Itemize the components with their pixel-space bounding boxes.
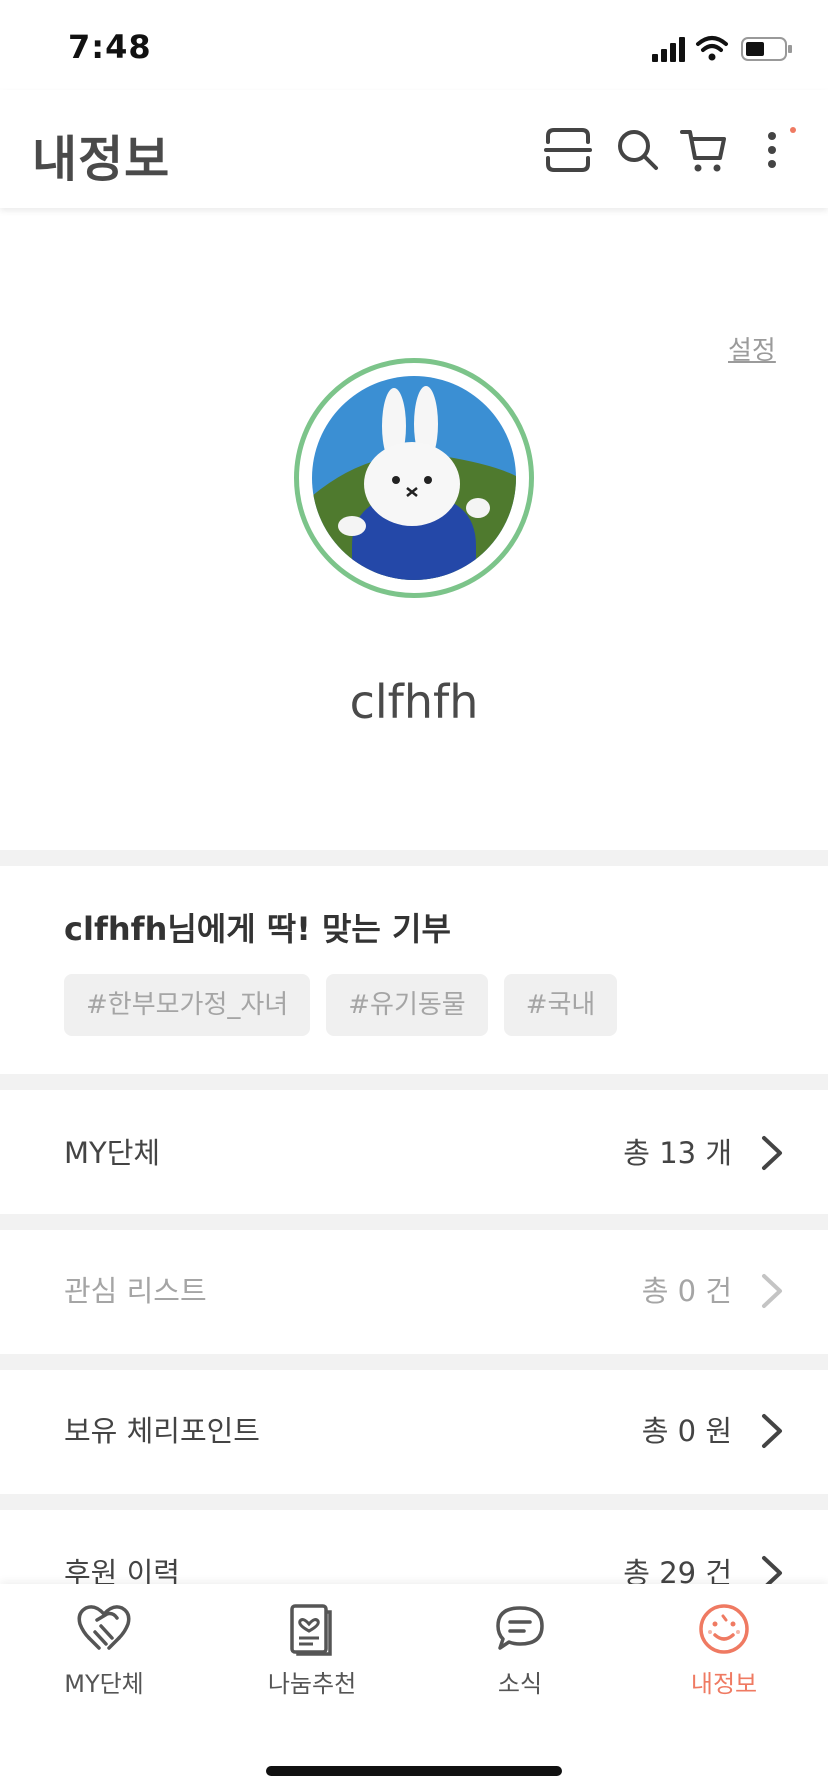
section-divider <box>0 850 828 866</box>
page-title: 내정보 <box>32 131 171 188</box>
handshake-icon <box>77 1605 131 1650</box>
signal-icon <box>652 37 685 62</box>
row-label: 보유 체리포인트 <box>64 1414 260 1448</box>
chevron-right-icon <box>762 1274 782 1308</box>
battery-icon <box>741 37 792 61</box>
status-time: 7:48 <box>68 28 152 66</box>
row-interest-list[interactable]: 관심 리스트 총 0 건 <box>0 1230 828 1352</box>
row-value: 총 0 원 <box>641 1414 732 1448</box>
cart-icon[interactable] <box>678 124 730 176</box>
notification-dot <box>790 127 796 133</box>
wifi-icon <box>696 36 728 52</box>
row-cherry-points[interactable]: 보유 체리포인트 총 0 원 <box>0 1370 828 1492</box>
tag-chip[interactable]: #한부모가정_자녀 <box>64 974 311 1036</box>
scan-icon[interactable] <box>542 124 594 176</box>
section-divider <box>0 1354 828 1370</box>
row-my-organizations[interactable]: MY단체 총 13 개 <box>0 1092 828 1214</box>
row-value: 총 0 건 <box>641 1274 732 1308</box>
more-icon[interactable] <box>760 124 800 176</box>
tab-label: 내정보 <box>690 1670 758 1698</box>
search-icon[interactable] <box>612 124 664 176</box>
row-value: 총 13 개 <box>623 1136 732 1170</box>
section-divider <box>0 1494 828 1510</box>
section-divider <box>0 1074 828 1090</box>
home-indicator <box>266 1766 562 1776</box>
tab-label: 나눔추천 <box>267 1670 357 1698</box>
recommendation-tags: #한부모가정_자녀 #유기동물 #국내 <box>64 974 618 1036</box>
tag-chip[interactable]: #유기동물 <box>326 974 488 1036</box>
status-icons <box>652 36 792 62</box>
chevron-right-icon <box>762 1414 782 1448</box>
smile-icon <box>699 1604 749 1654</box>
tab-label: 소식 <box>497 1670 543 1698</box>
settings-link[interactable]: 설정 <box>728 330 776 367</box>
tab-recommendations[interactable]: 나눔추천 <box>232 1584 392 1704</box>
tag-chip[interactable]: #국내 <box>503 974 618 1036</box>
bottom-tab-bar: MY단체 나눔추천 소식 내정보 <box>0 1584 828 1792</box>
tab-my-organizations[interactable]: MY단체 <box>24 1584 184 1704</box>
book-icon <box>290 1604 332 1656</box>
chat-icon <box>496 1606 544 1650</box>
tab-my-info[interactable]: 내정보 <box>644 1584 804 1704</box>
row-label: MY단체 <box>64 1136 161 1170</box>
tab-label: MY단체 <box>64 1670 144 1698</box>
tab-news[interactable]: 소식 <box>440 1584 600 1704</box>
recommendation-title: clfhfh님에게 딱! 맞는 기부 <box>64 910 451 948</box>
username: clfhfh <box>349 675 479 729</box>
row-label: 관심 리스트 <box>64 1274 207 1308</box>
chevron-right-icon <box>762 1136 782 1170</box>
section-divider <box>0 1214 828 1230</box>
avatar[interactable] <box>312 376 516 580</box>
